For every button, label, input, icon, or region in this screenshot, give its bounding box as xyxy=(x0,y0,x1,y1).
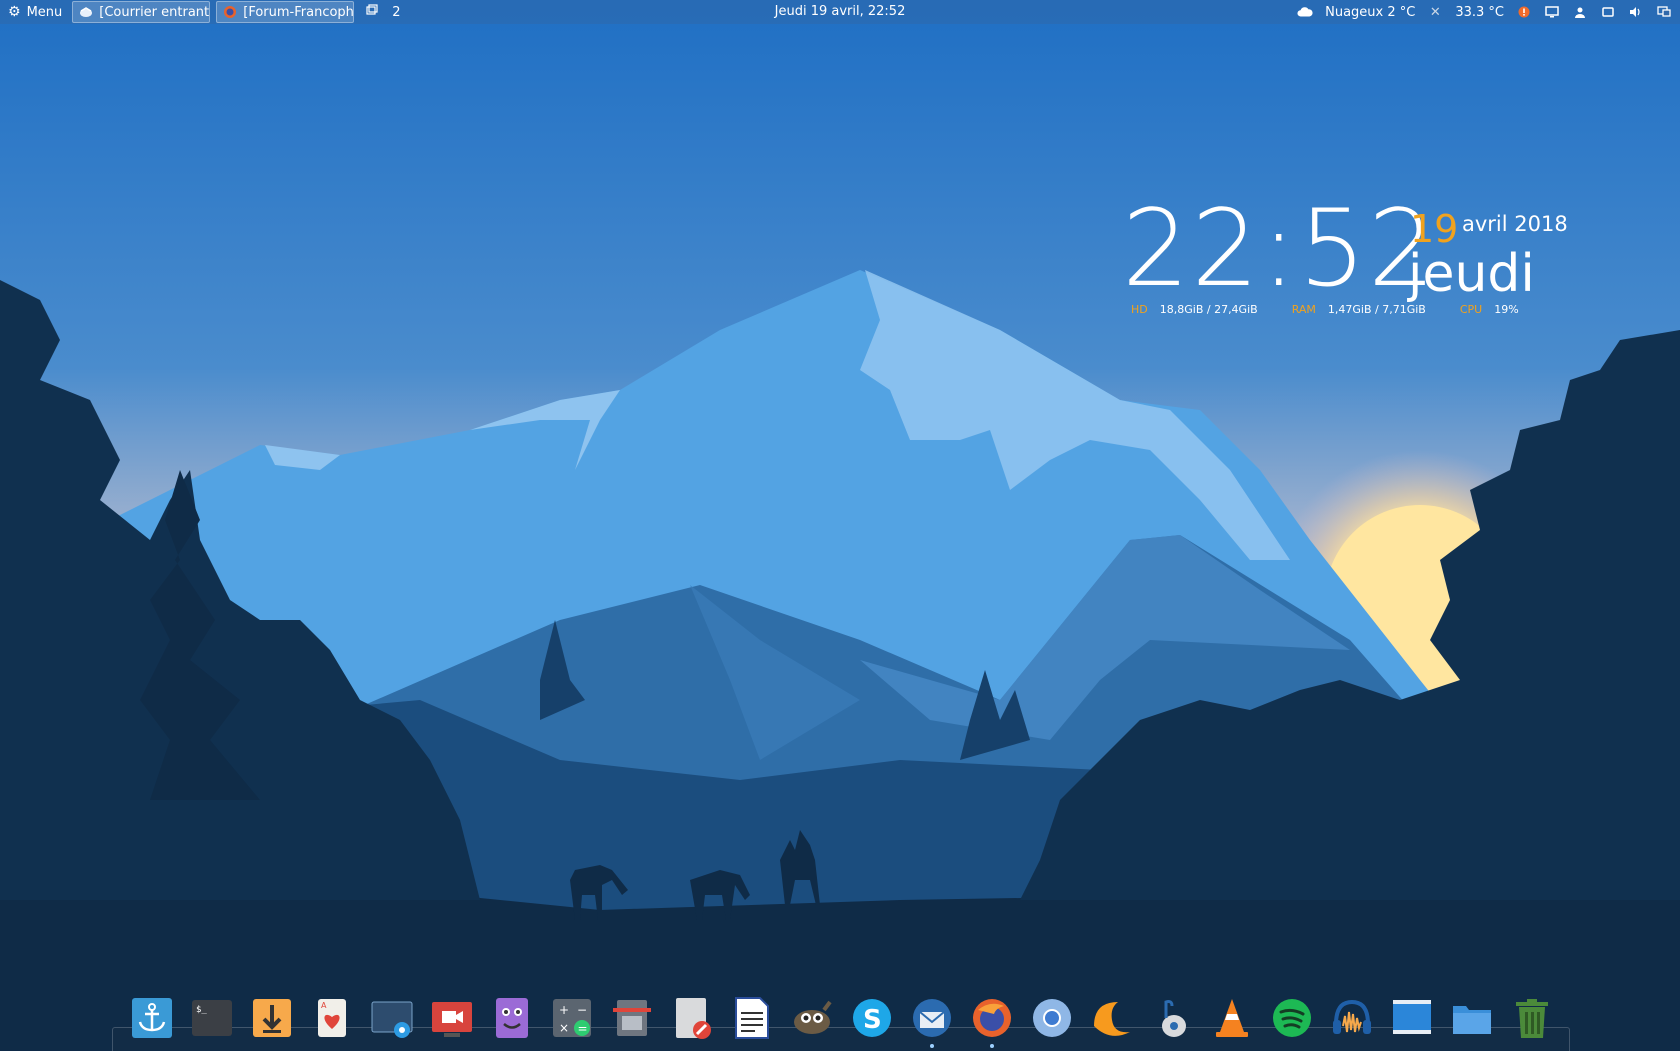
alert-icon[interactable] xyxy=(1516,4,1532,20)
dock-item-downloader[interactable] xyxy=(242,996,302,1044)
clementine-icon xyxy=(1094,1002,1130,1036)
dock-item-screenshot[interactable] xyxy=(362,996,422,1044)
screens-icon[interactable] xyxy=(1656,4,1672,20)
volume-icon[interactable] xyxy=(1628,4,1644,20)
text-editor-icon xyxy=(676,998,711,1039)
task-label: [Courrier entrant... xyxy=(99,4,211,20)
dock-item-vlc[interactable] xyxy=(1202,996,1262,1044)
svg-text:S: S xyxy=(863,1005,882,1035)
cloud-icon[interactable] xyxy=(1297,4,1313,20)
conky-stats: HD 18,8GiB / 27,4GiB RAM 1,47GiB / 7,71G… xyxy=(1131,303,1553,316)
user-icon[interactable] xyxy=(1572,4,1588,20)
svg-text:=: = xyxy=(578,1022,588,1036)
skype-icon: S xyxy=(853,999,891,1037)
vlc-icon xyxy=(1216,999,1248,1037)
dock-item-archive[interactable] xyxy=(602,996,662,1044)
task-label: [Forum-Francoph... xyxy=(243,4,355,20)
dock-item-text-editor[interactable] xyxy=(662,996,722,1044)
music-player-icon xyxy=(1162,1000,1186,1037)
dock: $_ A + − × = S xyxy=(122,996,1562,1048)
dock-item-chromium[interactable] xyxy=(1022,996,1082,1044)
dock-item-desktop[interactable] xyxy=(1382,996,1442,1044)
weather-text[interactable]: Nuageux 2 °C xyxy=(1325,5,1415,20)
ram-label: RAM xyxy=(1291,303,1316,316)
svg-text:×: × xyxy=(559,1021,569,1035)
thunderbird-task-icon xyxy=(79,5,93,19)
running-indicator xyxy=(930,1044,934,1048)
dock-item-terminal[interactable]: $_ xyxy=(182,996,242,1044)
cpu-label: CPU xyxy=(1459,303,1483,316)
svg-text:−: − xyxy=(577,1003,587,1017)
workspace-icon xyxy=(366,4,378,20)
conky-day-number: 19 xyxy=(1410,207,1459,251)
desktop-wallpaper xyxy=(0,0,1680,1050)
close-icon[interactable]: ✕ xyxy=(1427,4,1443,20)
face-app-icon xyxy=(496,998,528,1038)
dock-item-solitaire[interactable]: A xyxy=(302,996,362,1044)
dock-item-face-app[interactable] xyxy=(482,996,542,1044)
dock-item-trash[interactable] xyxy=(1502,996,1562,1044)
dock-item-thunderbird[interactable] xyxy=(902,996,962,1048)
running-indicator xyxy=(990,1044,994,1048)
temperature-text[interactable]: 33.3 °C xyxy=(1455,5,1504,20)
dock-item-gimp[interactable] xyxy=(782,996,842,1044)
dock-item-calculator[interactable]: + − × = xyxy=(542,996,602,1044)
dock-item-recorder[interactable] xyxy=(422,996,482,1044)
menu-label: Menu xyxy=(26,4,63,20)
menu-button[interactable]: ⚙ Menu xyxy=(4,0,66,24)
task-firefox[interactable]: [Forum-Francoph... xyxy=(216,1,355,23)
dock-item-clementine[interactable] xyxy=(1082,996,1142,1044)
audacity-icon xyxy=(1333,999,1371,1034)
hd-value: 18,8GiB / 27,4GiB xyxy=(1159,303,1258,316)
dock-item-skype[interactable]: S xyxy=(842,996,902,1044)
trash-icon xyxy=(1516,999,1548,1038)
firefox-task-icon xyxy=(223,5,237,19)
dock-item-files[interactable] xyxy=(1442,996,1502,1044)
conky-month-year: avril 2018 xyxy=(1462,212,1568,236)
anchor-icon xyxy=(132,998,172,1038)
firefox-icon xyxy=(973,999,1011,1037)
dock-item-writer[interactable] xyxy=(722,996,782,1044)
dock-item-music-player[interactable] xyxy=(1142,996,1202,1044)
thunderbird-icon xyxy=(913,999,951,1037)
top-panel: ⚙ Menu [Courrier entrant... [Forum-Franc… xyxy=(0,0,1680,24)
workspace-switcher[interactable]: 2 xyxy=(360,4,406,20)
conky-clock: 22:52 xyxy=(1122,187,1438,310)
cards-icon: A xyxy=(318,999,346,1037)
gear-icon: ⚙ xyxy=(8,4,21,20)
folder-icon xyxy=(1453,1006,1491,1034)
archive-icon xyxy=(613,1000,651,1036)
terminal-icon: $_ xyxy=(192,1000,232,1036)
display-icon[interactable] xyxy=(1544,4,1560,20)
download-icon xyxy=(253,999,291,1037)
writer-document-icon xyxy=(735,997,769,1039)
svg-text:$_: $_ xyxy=(196,1005,207,1015)
cpu-value: 19% xyxy=(1494,303,1519,316)
panel-clock[interactable]: Jeudi 19 avril, 22:52 xyxy=(775,4,906,19)
chromium-icon xyxy=(1033,999,1071,1037)
conky-weekday: jeudi xyxy=(1408,244,1535,304)
dock-item-anchor[interactable] xyxy=(122,996,182,1044)
task-thunderbird[interactable]: [Courrier entrant... xyxy=(72,1,211,23)
gimp-icon xyxy=(794,1000,832,1034)
hd-label: HD xyxy=(1131,303,1148,316)
svg-text:+: + xyxy=(559,1003,569,1017)
window-icon[interactable] xyxy=(1600,4,1616,20)
dock-item-audacity[interactable] xyxy=(1322,996,1382,1044)
ram-value: 1,47GiB / 7,71GiB xyxy=(1327,303,1426,316)
svg-text:A: A xyxy=(321,1001,327,1010)
dock-item-firefox[interactable] xyxy=(962,996,1022,1048)
dock-item-spotify[interactable] xyxy=(1262,996,1322,1044)
calculator-icon: + −× = xyxy=(553,999,591,1037)
screen-recorder-icon xyxy=(432,1002,472,1037)
desktop-window-icon xyxy=(1393,1000,1431,1034)
spotify-icon xyxy=(1273,999,1311,1037)
workspace-count: 2 xyxy=(392,4,401,20)
screenshot-icon xyxy=(371,1001,413,1038)
